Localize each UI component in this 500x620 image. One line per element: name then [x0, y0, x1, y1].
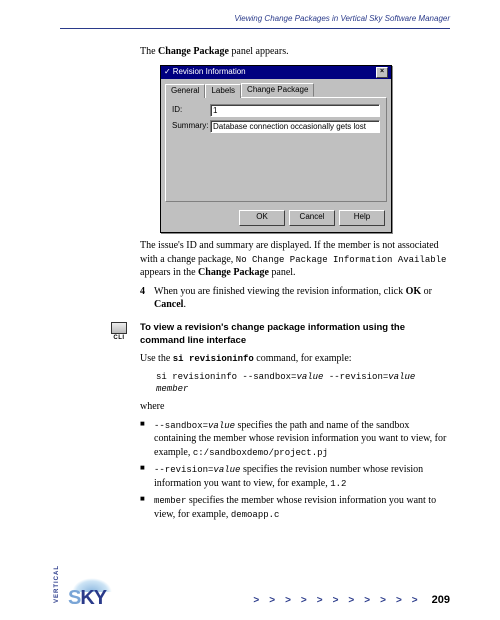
- terminal-icon: [111, 322, 127, 334]
- where-label: where: [140, 400, 450, 414]
- bullet-icon: ■: [140, 463, 154, 490]
- summary-field[interactable]: Database connection occasionally gets lo…: [210, 120, 380, 133]
- list-item: ■ --sandbox=value specifies the path and…: [140, 419, 450, 460]
- list-item: ■ member specifies the member whose revi…: [140, 494, 450, 521]
- vertical-sky-logo: VERTICAL SKY: [60, 571, 130, 606]
- use-line: Use the si revisioninfo command, for exa…: [140, 352, 450, 366]
- summary-label: Summary:: [172, 121, 210, 132]
- header-rule: [60, 28, 450, 29]
- tab-change-package[interactable]: Change Package: [241, 83, 314, 98]
- revision-info-dialog: ✓ Revision Information × General Labels …: [160, 65, 392, 234]
- tab-body: ID: 1 Summary: Database connection occas…: [165, 97, 387, 202]
- step-number: 4: [140, 285, 154, 312]
- dialog-titlebar[interactable]: ✓ Revision Information ×: [161, 66, 391, 79]
- cancel-button[interactable]: Cancel: [289, 210, 335, 226]
- bullet-list: ■ --sandbox=value specifies the path and…: [140, 419, 450, 522]
- cli-icon: CLI: [110, 322, 128, 341]
- help-button[interactable]: Help: [339, 210, 385, 226]
- code-example: si revisioninfo --sandbox=value --revisi…: [156, 371, 450, 395]
- list-item: ■ --revision=value specifies the revisio…: [140, 463, 450, 490]
- dialog-icon: ✓: [164, 67, 171, 78]
- page-number: 209: [432, 594, 450, 606]
- page-footer: VERTICAL SKY >>>>>>>>>>> 209: [60, 571, 450, 606]
- intro-paragraph: The Change Package panel appears.: [140, 45, 450, 59]
- ok-button[interactable]: OK: [239, 210, 285, 226]
- close-icon[interactable]: ×: [376, 67, 388, 78]
- step-4: 4 When you are finished viewing the revi…: [140, 285, 450, 312]
- page-header: Viewing Change Packages in Vertical Sky …: [234, 14, 450, 23]
- footer-chevrons: >>>>>>>>>>>: [253, 595, 427, 606]
- tab-general[interactable]: General: [165, 84, 205, 99]
- cli-label: CLI: [110, 335, 128, 341]
- section-heading: To view a revision's change package info…: [140, 322, 450, 348]
- tab-labels[interactable]: Labels: [205, 84, 241, 99]
- dialog-title: Revision Information: [173, 67, 246, 78]
- id-label: ID:: [172, 105, 210, 116]
- tab-row: General Labels Change Package: [165, 83, 387, 98]
- bullet-icon: ■: [140, 419, 154, 460]
- paragraph-2: The issue's ID and summary are displayed…: [140, 239, 450, 280]
- bullet-icon: ■: [140, 494, 154, 521]
- id-field[interactable]: 1: [210, 104, 380, 117]
